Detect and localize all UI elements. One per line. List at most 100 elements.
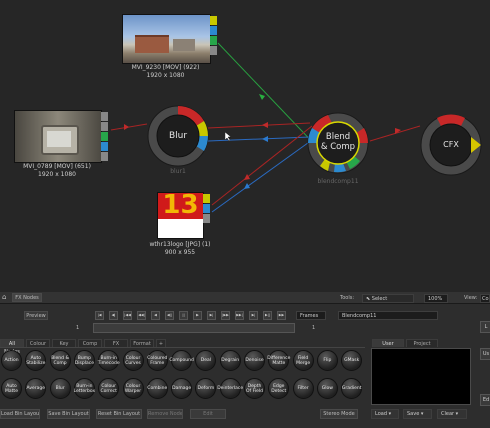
fx-button[interactable]: Burn-in Letterbox [74,378,95,399]
timeline-scrubber[interactable] [93,323,295,333]
view-label: View: [464,295,478,301]
transport-button[interactable]: ◀ [151,311,160,320]
fx-button[interactable]: Damage [171,378,193,399]
transport-button[interactable]: |◀◀ [123,311,132,320]
wire-blur-blendcomp-blue [207,136,311,142]
transport-button[interactable]: || [179,311,188,320]
fx-button[interactable]: Action [1,350,22,371]
fx-button[interactable]: Combine [146,378,168,399]
fx-button[interactable]: Blur [49,378,71,399]
zoom-value: 100% [428,296,443,302]
zoom-dropdown[interactable]: 100% [424,294,448,303]
select-tool-dropdown[interactable]: ⬉ Select [362,294,414,303]
reset-bin-layout-button[interactable]: Reset Bin Layout [96,409,142,419]
transport-button[interactable]: ▶▶ [277,311,286,320]
transport-button[interactable]: ▶| [249,311,258,320]
remove-node-button[interactable]: Remove Node [147,409,183,419]
load-bin-layout-button[interactable]: Load Bin Layout [0,409,40,419]
user-load-dropdown[interactable]: Load ▾ [371,409,399,419]
transport-button[interactable]: ▶|| [263,311,272,320]
wthr13logo-output-tabs[interactable] [203,194,210,224]
mvi9230-output-tabs[interactable] [210,16,217,56]
node-name-field[interactable]: Blendcomp11 [338,311,438,320]
fx-button[interactable]: Auto Stabilize [25,350,47,371]
fx-button[interactable]: Filter [292,378,314,399]
view-dropdown[interactable]: Co [480,294,490,303]
fx-button[interactable]: Auto Matte [1,378,22,399]
user-save-dropdown[interactable]: Save ▾ [403,409,432,419]
bin-tab[interactable]: Comp [78,339,102,347]
fx-button[interactable]: Colour Warper [122,378,144,399]
wthr13logo-thumbnail[interactable]: 13 [157,192,204,239]
bin-tabs-underline [0,347,365,348]
user-tab[interactable]: Project [406,339,438,347]
wthr13logo-label: wthr13logo [JPG] (1) [149,241,211,248]
user-clear-dropdown[interactable]: Clear ▾ [437,409,467,419]
fx-button[interactable]: Blend & Comp [49,350,71,371]
bin-tab[interactable]: Colour [26,339,50,347]
user-clear-label: Clear [441,411,455,417]
fx-button[interactable]: Colour Correct [98,378,120,399]
transport-button[interactable]: |◀ [95,311,104,320]
user-preview-area[interactable] [371,348,471,405]
fx-button[interactable]: Average [25,378,47,399]
fx-button[interactable]: Coloured Frame [146,350,168,371]
transport-button[interactable]: ▶ [193,311,202,320]
fx-button[interactable]: Gradient [341,378,363,399]
panel-header-bar [0,292,490,304]
bin-tab[interactable]: Key [52,339,76,347]
edit-button[interactable]: Edit [190,409,226,419]
fx-button[interactable]: Deinterlace [217,378,243,399]
fx-panel: ⌂ FX Nodes Tools: ⬉ Select 100% View: Co… [0,292,490,428]
fx-button[interactable]: Difference Matte [267,350,290,371]
right-edge-button-top[interactable]: L [480,321,490,333]
blendcomp-label-line2: & Comp [320,142,356,152]
user-save-label: Save [407,411,420,417]
fx-button[interactable]: Depth Of Field [244,378,265,399]
fx-button[interactable]: Deform [195,378,217,399]
fx-button[interactable]: Edge Detect [268,378,290,399]
mouse-cursor-icon [225,132,231,141]
home-icon[interactable]: ⌂ [2,293,6,301]
frames-dropdown[interactable]: Frames [296,311,326,320]
fx-button[interactable]: Denoise [244,350,265,371]
right-edge-button-bot[interactable]: Ed [480,394,490,406]
node-graph[interactable]: MVI_9230 [MOV] (922) 1920 x 1080 MVI_078… [0,0,490,292]
mvi0789-thumbnail[interactable] [14,110,102,163]
wire-mvi9230-blendcomp [217,42,321,151]
preview-button[interactable]: Preview [24,311,48,320]
bin-tab[interactable]: Format [130,339,154,347]
blur-node-sub: blur1 [170,168,186,175]
fx-button[interactable]: Colour Curves [122,350,144,371]
transport-button[interactable]: ◀|| [165,311,174,320]
fx-button[interactable]: GMask [341,350,363,371]
transport-button[interactable]: |▶▶ [221,311,230,320]
fx-button[interactable]: Field Merge [292,350,314,371]
stereo-mode-button[interactable]: Stereo Mode [320,409,358,419]
transport-button[interactable]: ◀◀| [137,311,146,320]
fx-buttons-grid: Action Auto Stabilize Blend & Comp Bump Dis… [0,350,365,404]
fx-button[interactable]: Glow [316,378,338,399]
right-edge-button-mid[interactable]: Us [480,348,490,360]
user-tab[interactable]: User [372,339,404,347]
save-bin-layout-button[interactable]: Save Bin Layout [47,409,90,419]
mvi0789-output-tabs[interactable] [101,112,108,162]
mvi9230-thumbnail[interactable] [122,14,211,64]
fx-nodes-tab[interactable]: FX Nodes [12,293,42,302]
frames-value: Frames [300,313,319,319]
bin-tab[interactable]: FX [104,339,128,347]
mvi9230-size: 1920 x 1080 [146,72,185,79]
fx-button[interactable]: Degrain [219,350,241,371]
transport-button[interactable]: ▶| [207,311,216,320]
fx-button[interactable]: Flip [316,350,338,371]
fx-button[interactable]: Compound [169,350,194,371]
view-value: Co [482,296,489,302]
transport-button[interactable]: ▶▶| [235,311,244,320]
bin-tab[interactable]: + [156,339,166,347]
fx-button[interactable]: Deal [195,350,217,371]
fx-button[interactable]: Bump Displace [73,350,95,371]
fx-button[interactable]: Burn-in Timecode [98,350,120,371]
transport-button[interactable]: ◀| [109,311,118,320]
blendcomp-label-line1: Blend [325,132,351,142]
bin-tab[interactable]: All Nodes [0,339,24,355]
